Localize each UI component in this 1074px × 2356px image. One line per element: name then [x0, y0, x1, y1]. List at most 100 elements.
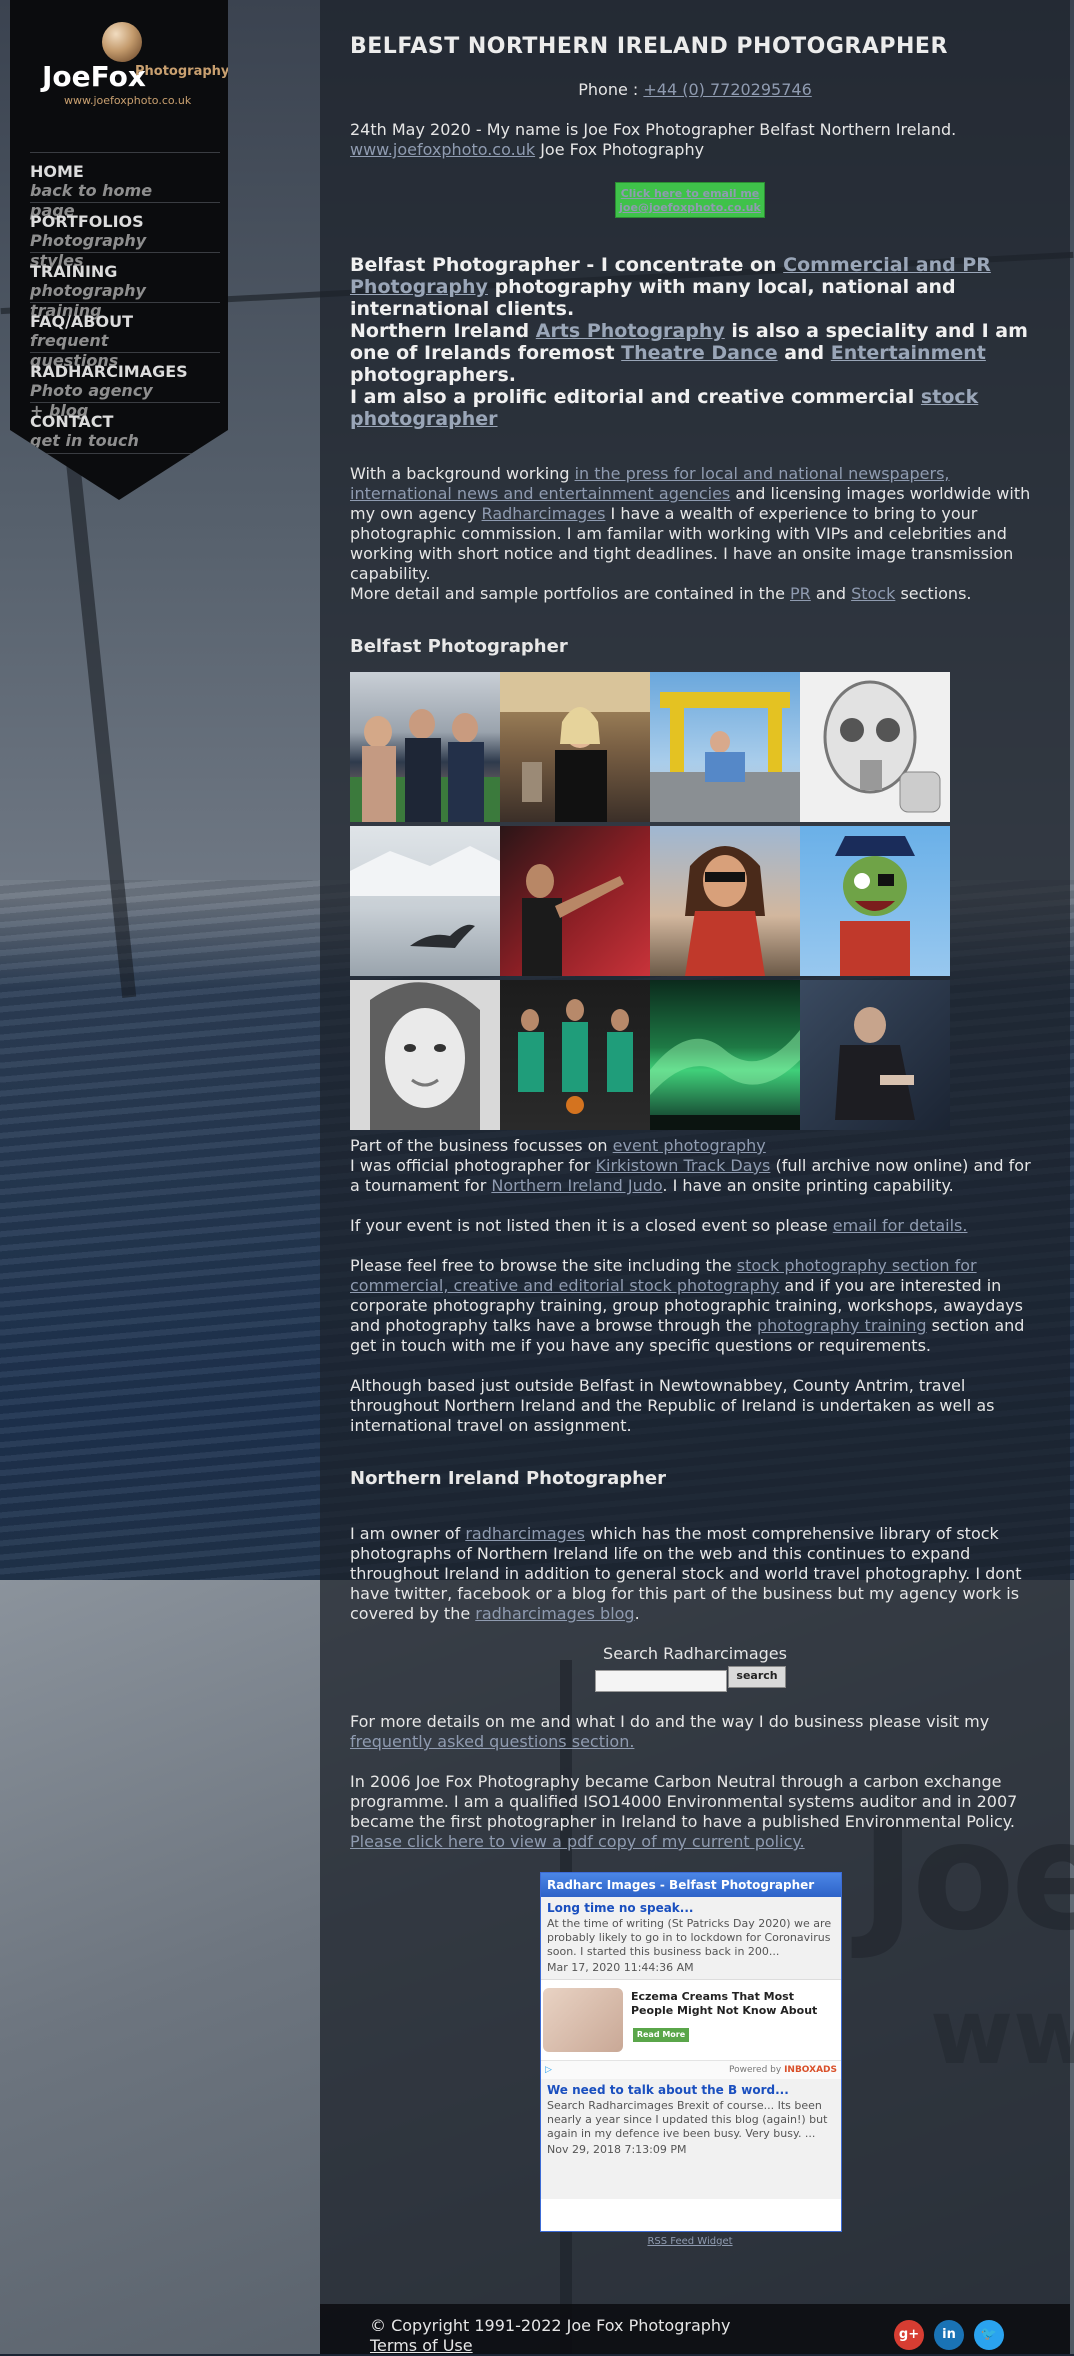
radharcimages-owner-link[interactable]: radharcimages — [465, 1524, 585, 1543]
ni-judo-link[interactable]: Northern Ireland Judo — [491, 1176, 662, 1195]
events-paragraph: Part of the business focusses on event p… — [350, 1136, 1040, 1436]
nav-item-training[interactable]: TRAINING photography training — [30, 252, 220, 320]
kirkistown-link[interactable]: Kirkistown Track Days — [596, 1156, 771, 1175]
intro-paragraph: 24th May 2020 - My name is Joe Fox Photo… — [350, 120, 1040, 160]
paragraph-text: I was official photographer for — [350, 1156, 596, 1175]
linkedin-icon[interactable]: in — [934, 2320, 964, 2350]
twitter-glyph: 🐦 — [980, 2327, 998, 2342]
rss-widget: Radharc Images - Belfast Photographer Lo… — [540, 1872, 842, 2232]
gallery-photo-harland-crane[interactable] — [650, 672, 800, 822]
nav-item-home[interactable]: HOME back to home page — [30, 152, 220, 220]
nav-item-label: TRAINING — [30, 262, 118, 281]
copyright-text: © Copyright 1991-2022 Joe Fox Photograph… — [370, 2316, 731, 2335]
phone-line: Phone : +44 (0) 7720295746 — [350, 80, 1040, 100]
theatre-dance-link[interactable]: Theatre Dance — [621, 342, 777, 364]
photo-art — [650, 1030, 800, 1130]
nav-item-label: FAQ/ABOUT — [30, 312, 134, 331]
google-plus-icon[interactable]: g+ — [894, 2320, 924, 2350]
photo-art — [835, 1007, 915, 1120]
widget-post[interactable]: We need to talk about the B word... Sear… — [541, 2079, 841, 2199]
highlight-paragraph: Belfast Photographer - I concentrate on … — [350, 254, 1040, 430]
email-me-button[interactable]: Click here to email me joe@joefoxphoto.c… — [615, 182, 765, 218]
stock-link[interactable]: Stock — [851, 584, 895, 603]
terms-link[interactable]: Terms of Use — [370, 2336, 473, 2355]
rss-feed-widget-link[interactable]: RSS Feed Widget — [540, 2236, 840, 2247]
nav-item-contact[interactable]: CONTACT get in touch — [30, 402, 220, 454]
gallery-photo-event-woman[interactable] — [500, 672, 650, 822]
gallery-photo-performer-pointing[interactable] — [500, 826, 650, 976]
paragraph-text: With a background working — [350, 464, 575, 483]
widget-post[interactable]: Long time no speak... At the time of wri… — [541, 1897, 841, 1979]
nav-item-label: HOME — [30, 162, 84, 181]
gallery-photo-aurora[interactable] — [650, 980, 800, 1130]
photography-training-link[interactable]: photography training — [757, 1316, 927, 1335]
ad-image — [543, 1988, 623, 2052]
site-link[interactable]: www.joefoxphoto.co.uk — [350, 140, 535, 159]
main-nav: HOME back to home page PORTFOLIOS Photog… — [30, 152, 220, 454]
event-photography-link[interactable]: event photography — [613, 1136, 766, 1155]
nav-item-radharcimages[interactable]: RADHARCIMAGES Photo agency + blog — [30, 352, 220, 420]
site-logo[interactable]: JoeFox Photography www.joefoxphoto.co.uk — [10, 16, 228, 107]
nav-item-faq[interactable]: FAQ/ABOUT frequent questions — [30, 302, 220, 370]
paragraph-text: In 2006 Joe Fox Photography became Carbo… — [350, 1772, 1018, 1831]
radharcimages-link[interactable]: Radharcimages — [482, 504, 606, 523]
search-button[interactable]: search — [728, 1666, 786, 1688]
paragraph-text: and — [810, 584, 852, 603]
widget-title: Radharc Images - Belfast Photographer — [541, 1873, 841, 1897]
search-title: Search Radharcimages — [603, 1644, 787, 1663]
paragraph-text: Although based just outside Belfast in N… — [350, 1376, 995, 1435]
widget-post-date: Nov 29, 2018 7:13:09 PM — [547, 2143, 687, 2156]
widget-post-title[interactable]: Long time no speak... — [547, 1901, 835, 1915]
radharcimages-blog-link[interactable]: radharcimages blog — [475, 1604, 634, 1623]
paragraph-text: sections. — [895, 584, 972, 603]
widget-ad[interactable]: Eczema Creams That Most People Might Not… — [541, 1979, 841, 2060]
gallery-photo-gas-mask[interactable] — [800, 672, 950, 822]
main-panel: BELFAST NORTHERN IRELAND PHOTOGRAPHER Ph… — [320, 0, 1070, 2354]
logo-name: JoeFox — [42, 60, 146, 93]
email-details-link[interactable]: email for details. — [833, 1216, 968, 1235]
photo-art — [500, 672, 650, 822]
paragraph-text: I am owner of — [350, 1524, 466, 1543]
gallery-photo-whale-tail[interactable] — [350, 826, 500, 976]
photo-art — [650, 692, 800, 822]
site-suffix: Joe Fox Photography — [535, 140, 705, 159]
photo-art — [350, 846, 500, 948]
gallery-photo-sunglasses-woman[interactable] — [650, 826, 800, 976]
footer: © Copyright 1991-2022 Joe Fox Photograph… — [320, 2304, 1070, 2356]
twitter-icon[interactable]: 🐦 — [974, 2320, 1004, 2350]
page-title: BELFAST NORTHERN IRELAND PHOTOGRAPHER — [350, 34, 948, 59]
gallery-photo-basketball-team[interactable] — [500, 980, 650, 1130]
widget-post-text: At the time of writing (St Patricks Day … — [547, 1917, 832, 1958]
highlight-text: Northern Ireland — [350, 320, 536, 342]
phone-label: Phone : — [578, 80, 644, 99]
logo-url: www.joefoxphoto.co.uk — [64, 94, 192, 107]
faq-link[interactable]: frequently asked questions section. — [350, 1732, 634, 1751]
entertainment-link[interactable]: Entertainment — [831, 342, 986, 364]
google-plus-glyph: g+ — [898, 2327, 920, 2342]
ad-text: Eczema Creams That Most People Might Not… — [631, 1990, 818, 2017]
widget-post-title[interactable]: We need to talk about the B word... — [547, 2083, 835, 2097]
inboxads-logo[interactable]: INBOXADS — [784, 2065, 837, 2075]
gallery-photo-seated-man[interactable] — [800, 980, 950, 1130]
search-input[interactable] — [595, 1670, 727, 1692]
photo-art — [522, 864, 624, 976]
gallery-photo-business-group[interactable] — [350, 672, 500, 822]
nav-item-portfolios[interactable]: PORTFOLIOS Photography styles — [30, 202, 220, 270]
photo-art — [823, 680, 941, 813]
email-button-line1: Click here to email me — [620, 187, 760, 200]
gallery-photo-pirate-figure[interactable] — [800, 826, 950, 976]
nav-item-sublabel: get in touch — [30, 431, 139, 450]
nav-item-label: PORTFOLIOS — [30, 212, 144, 231]
copyright: © Copyright 1991-2022 Joe Fox Photograph… — [370, 2316, 731, 2356]
ad-read-more-button[interactable]: Read More — [633, 2028, 689, 2042]
gallery-photo-portrait-woman[interactable] — [350, 980, 500, 1130]
highlight-text: and — [777, 342, 831, 364]
pr-link[interactable]: PR — [790, 584, 811, 603]
arts-photography-link[interactable]: Arts Photography — [536, 320, 725, 342]
photo-gallery — [350, 672, 950, 1130]
faq-paragraph: For more details on me and what I do and… — [350, 1712, 1040, 1752]
phone-link[interactable]: +44 (0) 7720295746 — [643, 80, 811, 99]
ad-choices-icon[interactable]: ▷ — [545, 2061, 552, 2079]
policy-pdf-link[interactable]: Please click here to view a pdf copy of … — [350, 1832, 805, 1851]
owner-paragraph: I am owner of radharcimages which has th… — [350, 1524, 1040, 1624]
